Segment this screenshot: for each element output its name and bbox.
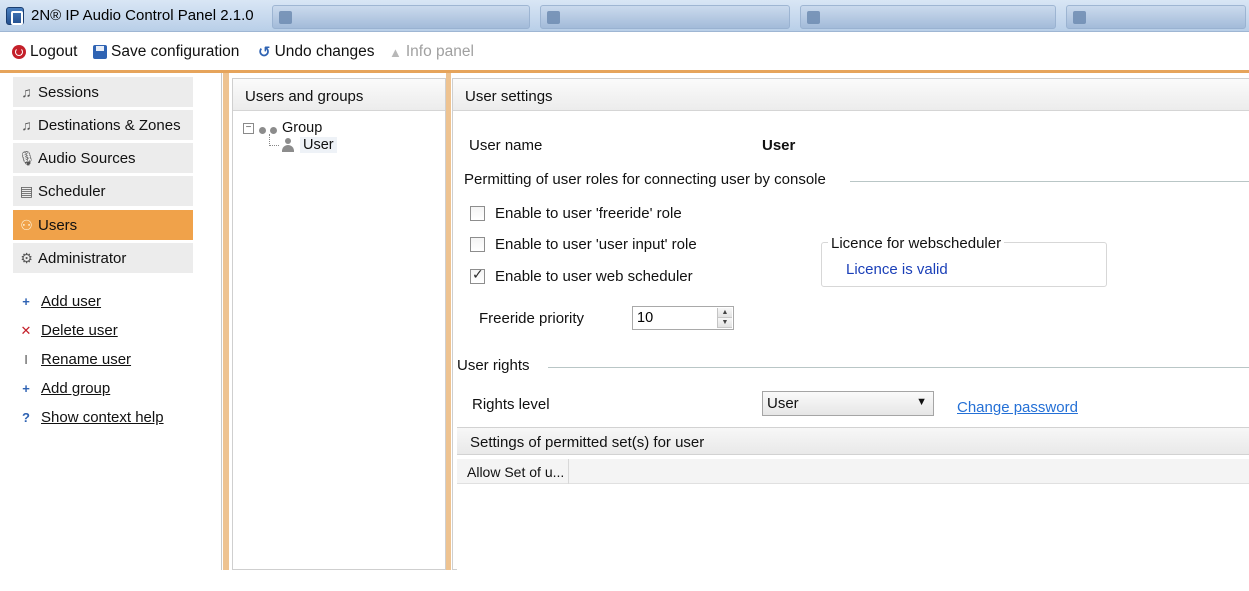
- checkbox-box[interactable]: [470, 206, 485, 221]
- toolbar: Logout Save configuration ↺ Undo changes…: [0, 33, 1249, 71]
- window-icon: [279, 11, 292, 24]
- background-window-tab[interactable]: [1066, 5, 1246, 29]
- user-name-label: User name: [469, 137, 543, 154]
- rights-level-select[interactable]: User ▼: [762, 391, 934, 416]
- window-icon: [807, 11, 820, 24]
- stepper-arrows[interactable]: ▲ ▼: [717, 308, 732, 328]
- show-context-help-action[interactable]: ? Show context help: [19, 409, 164, 426]
- add-group-icon: +: [22, 381, 30, 396]
- logout-button[interactable]: Logout: [12, 43, 77, 61]
- user-settings-title: User settings: [453, 79, 1249, 111]
- grid-column-allow-set[interactable]: Allow Set of u...: [457, 459, 569, 484]
- tree-connector: [269, 134, 279, 146]
- background-window-tab[interactable]: [540, 5, 790, 29]
- power-icon: [12, 45, 26, 59]
- sidebar-item-sessions[interactable]: ♫ Sessions: [13, 77, 193, 107]
- warning-icon: ▲: [389, 44, 402, 60]
- music-note-icon: ♫: [21, 117, 32, 133]
- add-user-icon: +: [22, 294, 30, 309]
- licence-title: Licence for webscheduler: [828, 235, 1005, 252]
- window-title: 2N® IP Audio Control Panel 2.1.0: [31, 7, 254, 24]
- sidebar-splitter[interactable]: [223, 73, 229, 570]
- sidebar-item-destinations-zones[interactable]: ♫ Destinations & Zones: [13, 110, 193, 140]
- window-icon: [1073, 11, 1086, 24]
- users-groups-title: Users and groups: [233, 79, 445, 111]
- rename-icon: I: [24, 352, 28, 367]
- floppy-disk-icon: [93, 45, 107, 59]
- calendar-icon: ▤: [19, 182, 34, 199]
- freeride-priority-label: Freeride priority: [479, 310, 585, 327]
- undo-changes-button[interactable]: ↺ Undo changes: [258, 43, 375, 61]
- users-icon: ⚇: [20, 216, 33, 233]
- tree-node-group[interactable]: − Group: [243, 120, 322, 136]
- rights-level-label: Rights level: [472, 396, 550, 413]
- user-rights-section-title: User rights: [457, 357, 530, 374]
- gear-icon: ⚙: [20, 249, 33, 266]
- panel-splitter[interactable]: [446, 73, 451, 570]
- users-groups-panel: Users and groups − Group User: [232, 78, 446, 570]
- rename-user-action[interactable]: I Rename user: [19, 351, 131, 368]
- music-note-icon: ♫: [21, 84, 32, 100]
- user-settings-panel: User settings User name User Permitting …: [452, 78, 1249, 570]
- licence-group-box: Licence for webscheduler Licence is vali…: [821, 235, 1107, 287]
- permitted-sets-title: Settings of permitted set(s) for user: [457, 427, 1249, 455]
- undo-icon: ↺: [258, 44, 271, 61]
- user-name-value: User: [762, 137, 796, 154]
- roles-section-title: Permitting of user roles for connecting …: [464, 171, 826, 188]
- microphone-icon: 🎙: [18, 149, 36, 166]
- collapse-icon[interactable]: −: [243, 122, 254, 134]
- background-window-tab[interactable]: [272, 5, 530, 29]
- web-scheduler-checkbox[interactable]: Enable to user web scheduler: [470, 267, 693, 285]
- app-icon: [6, 7, 24, 25]
- user-icon: [281, 138, 295, 152]
- chevron-up-icon[interactable]: ▲: [718, 308, 732, 318]
- freeride-priority-stepper[interactable]: ▲ ▼: [632, 306, 734, 330]
- permitted-sets-grid[interactable]: [457, 484, 1249, 570]
- title-bar: 2N® IP Audio Control Panel 2.1.0: [0, 0, 1249, 32]
- tree-node-user[interactable]: User: [281, 137, 337, 153]
- dropdown-arrow-icon: ▼: [916, 396, 927, 408]
- section-divider: [850, 181, 1249, 182]
- freeride-role-checkbox[interactable]: Enable to user 'freeride' role: [470, 205, 682, 222]
- user-input-role-checkbox[interactable]: Enable to user 'user input' role: [470, 236, 697, 253]
- info-panel-button[interactable]: ▲ Info panel: [389, 43, 474, 61]
- checkbox-box[interactable]: [470, 237, 485, 252]
- freeride-priority-input[interactable]: [633, 307, 713, 329]
- permitted-sets-grid-header: Allow Set of u...: [457, 459, 1249, 484]
- add-user-action[interactable]: + Add user: [19, 293, 101, 310]
- sidebar-item-scheduler[interactable]: ▤ Scheduler: [13, 176, 193, 206]
- add-group-action[interactable]: + Add group: [19, 380, 110, 397]
- group-icon: [259, 122, 277, 134]
- window-icon: [547, 11, 560, 24]
- checkbox-box[interactable]: [470, 267, 485, 284]
- section-divider: [548, 367, 1249, 368]
- delete-user-icon: ✕: [20, 322, 32, 338]
- delete-user-action[interactable]: ✕ Delete user: [19, 322, 118, 339]
- save-configuration-button[interactable]: Save configuration: [93, 43, 239, 61]
- change-password-link[interactable]: Change password: [957, 399, 1078, 416]
- sidebar-item-audio-sources[interactable]: 🎙 Audio Sources: [13, 143, 193, 173]
- sidebar: ♫ Sessions ♫ Destinations & Zones 🎙 Audi…: [9, 73, 222, 570]
- sidebar-item-administrator[interactable]: ⚙ Administrator: [13, 243, 193, 273]
- sidebar-item-users[interactable]: ⚇ Users: [13, 210, 193, 240]
- background-window-tab[interactable]: [800, 5, 1056, 29]
- chevron-down-icon[interactable]: ▼: [718, 318, 732, 328]
- licence-status: Licence is valid: [846, 261, 948, 278]
- help-icon: ?: [22, 410, 30, 425]
